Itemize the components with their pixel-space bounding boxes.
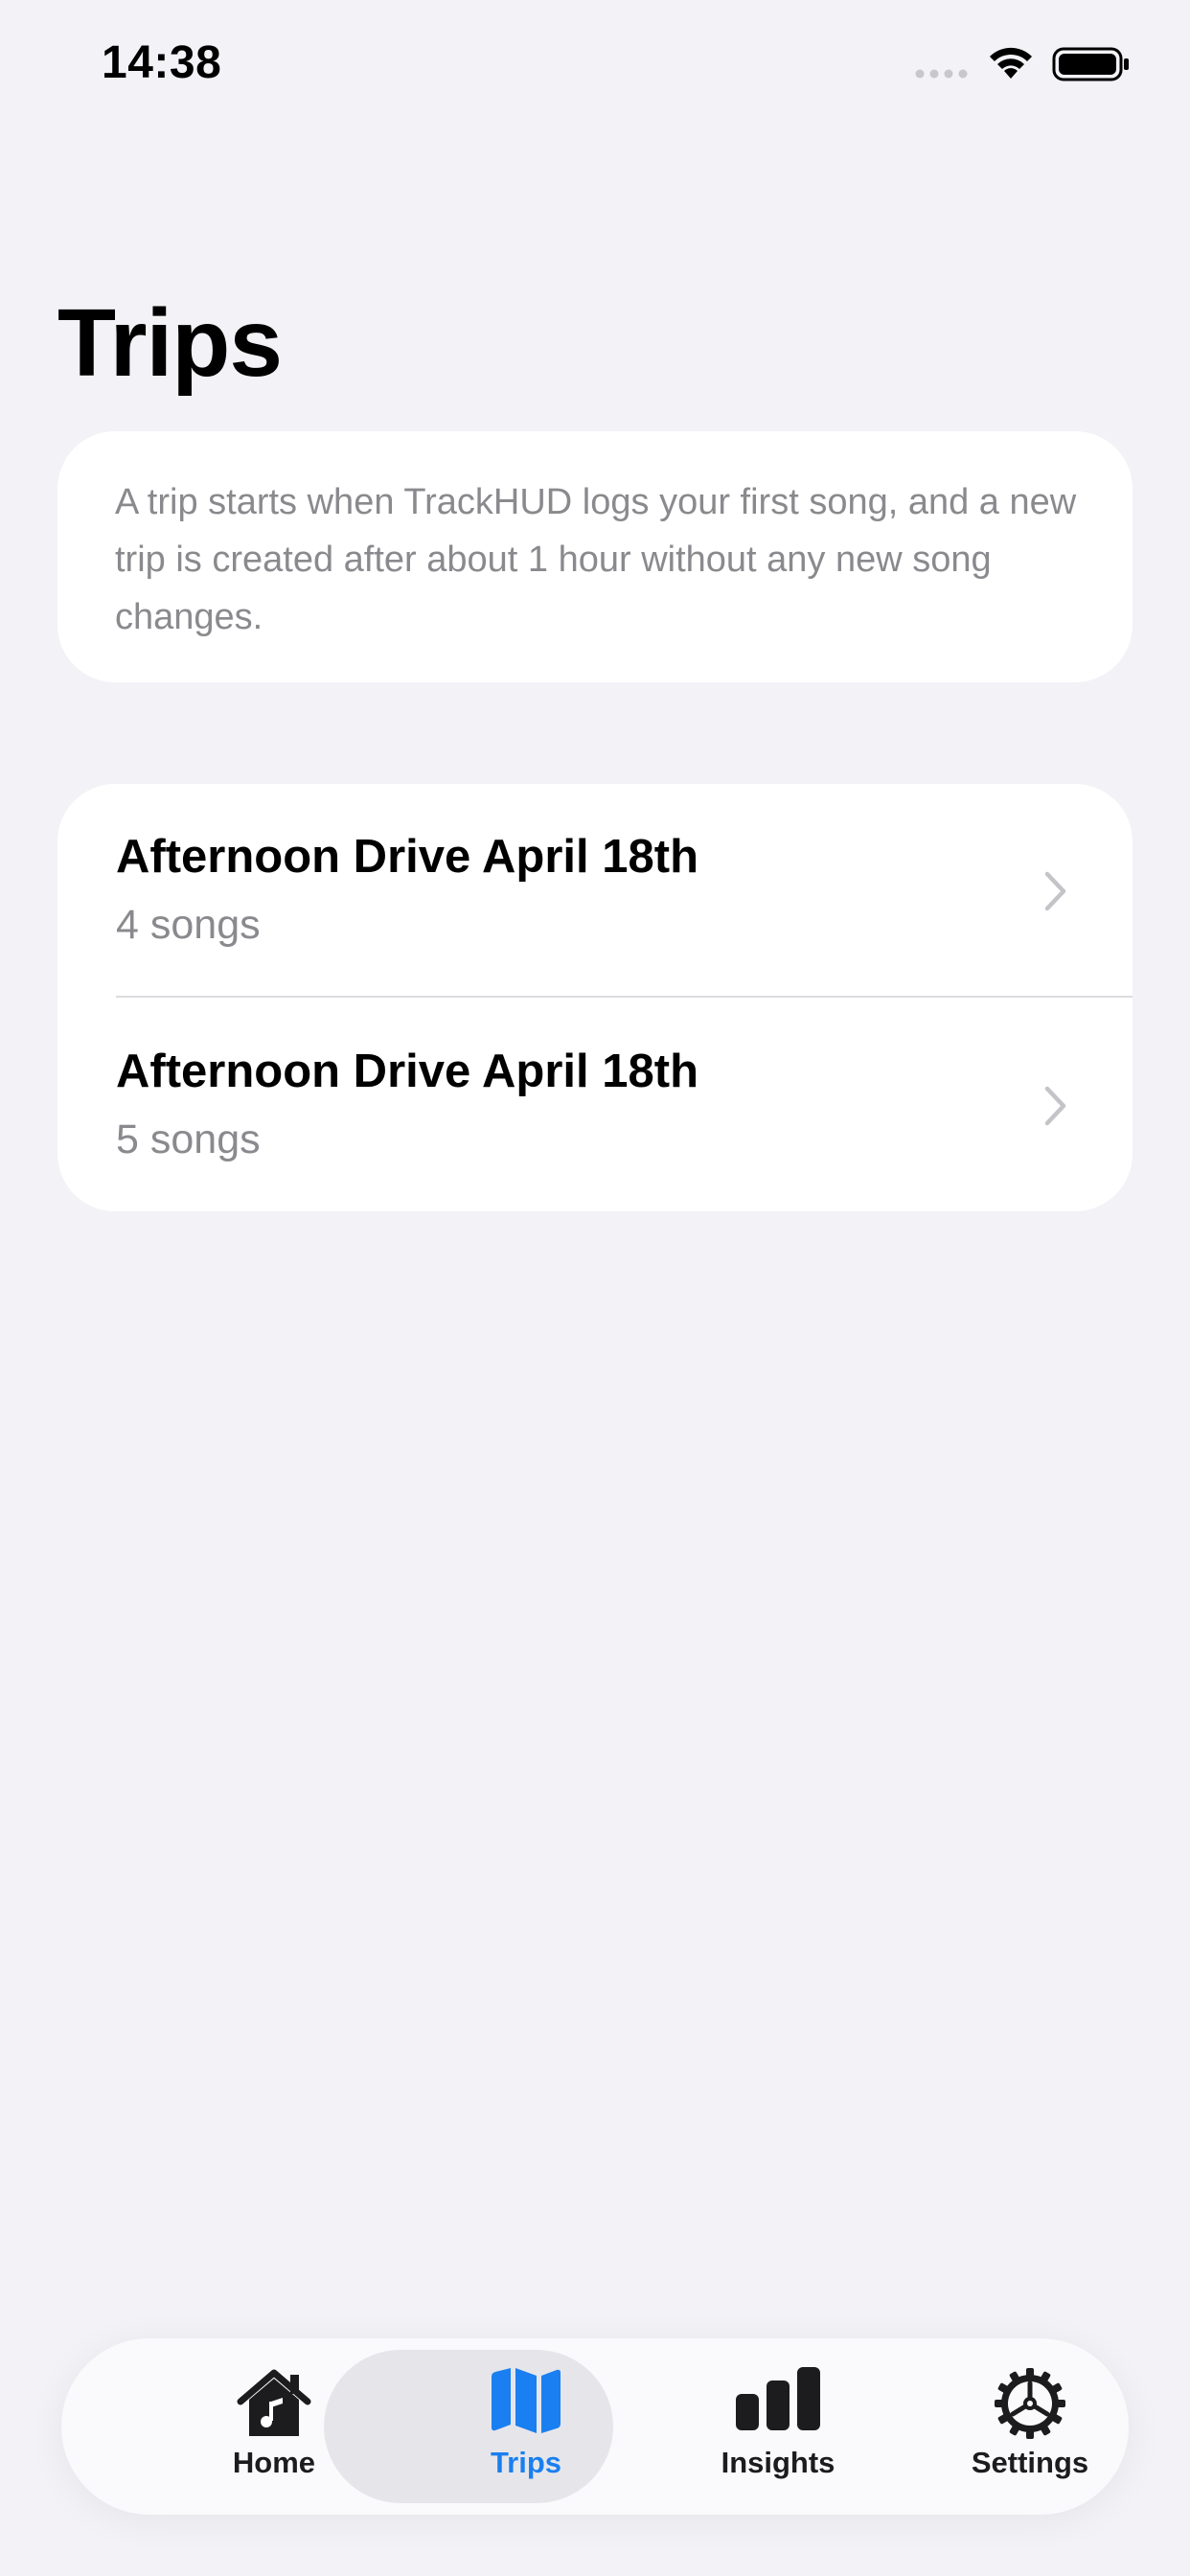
trip-row[interactable]: Afternoon Drive April 18th 4 songs [57, 784, 1133, 998]
tab-trips[interactable]: Trips [411, 2338, 641, 2515]
trip-song-count: 5 songs [116, 1116, 261, 1162]
tab-bar: Home Trips Insights Settings [61, 2338, 1129, 2515]
tab-home[interactable]: Home [159, 2338, 389, 2515]
tab-label: Trips [490, 2446, 562, 2479]
battery-icon [1052, 47, 1129, 81]
trip-song-count: 4 songs [116, 902, 261, 948]
trip-row[interactable]: Afternoon Drive April 18th 5 songs [57, 998, 1133, 1211]
chevron-right-icon [1044, 1086, 1066, 1126]
status-time: 14:38 [102, 37, 222, 88]
tab-label: Insights [721, 2446, 835, 2479]
chevron-right-icon [1044, 871, 1066, 911]
map-icon [492, 2368, 561, 2433]
trips-screen: 14:38 Trips A trip starts when TrackHUD … [0, 0, 1190, 2576]
tab-settings[interactable]: Settings [915, 2338, 1145, 2515]
status-bar: 14:38 [0, 0, 1190, 134]
tab-label: Settings [971, 2446, 1089, 2479]
tab-label: Home [232, 2446, 316, 2479]
trip-title: Afternoon Drive April 18th [116, 1046, 699, 1097]
home-music-icon [237, 2369, 311, 2436]
info-text: A trip starts when TrackHUD logs your fi… [115, 482, 1077, 637]
bar-chart-icon [736, 2367, 820, 2430]
gear-icon [995, 2368, 1065, 2439]
info-card: A trip starts when TrackHUD logs your fi… [57, 431, 1133, 682]
wifi-icon [990, 47, 1032, 79]
trips-list: Afternoon Drive April 18th 4 songs After… [57, 784, 1133, 1211]
tab-insights[interactable]: Insights [663, 2338, 893, 2515]
signal-dots-icon [915, 69, 968, 79]
trip-title: Afternoon Drive April 18th [116, 831, 699, 883]
page-title: Trips [57, 289, 283, 397]
